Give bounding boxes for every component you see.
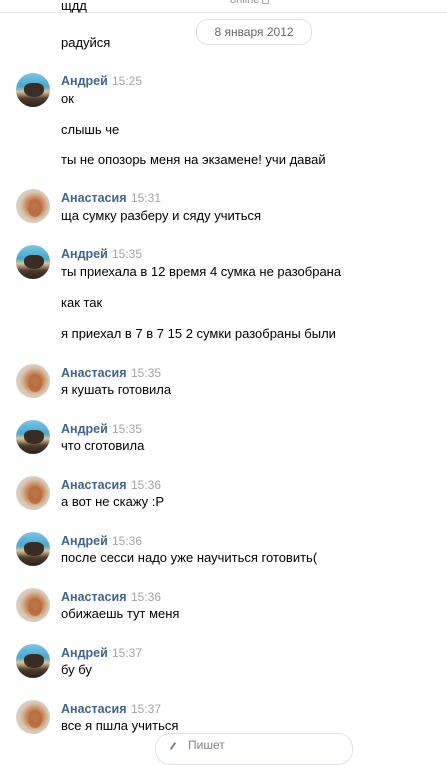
author-name[interactable]: Андрей — [61, 534, 108, 548]
author-name[interactable]: Анастасия — [61, 191, 127, 205]
author-name[interactable]: Анастасия — [61, 590, 127, 604]
message-text: после сесси надо уже научиться готовить( — [61, 550, 318, 565]
mobile-icon — [262, 0, 270, 4]
author-name[interactable]: Андрей — [61, 247, 108, 261]
message-time[interactable]: 15:36 — [131, 590, 161, 604]
message-time[interactable]: 15:35 — [131, 366, 161, 380]
message-text: радуйся — [61, 35, 111, 50]
avatar-andrey[interactable] — [16, 532, 50, 566]
partial-message: щдд — [61, 2, 87, 13]
message-text: слышь че — [61, 122, 120, 137]
message-text: ща сумку разберу и сяду учиться — [61, 208, 262, 223]
message-time[interactable]: 15:25 — [112, 74, 142, 88]
message-text: что сготовила — [61, 438, 145, 453]
message-text: все я пшла учиться — [61, 718, 179, 733]
message-text: как так — [61, 295, 103, 310]
date-separator: 8 января 2012 — [196, 19, 312, 45]
typing-indicator[interactable]: Пишет — [155, 733, 353, 765]
author-name[interactable]: Андрей — [61, 646, 108, 660]
avatar-andrey[interactable] — [16, 245, 50, 279]
author-name[interactable]: Анастасия — [61, 478, 127, 492]
avatar-andrey[interactable] — [16, 644, 50, 678]
message-time[interactable]: 15:36 — [112, 534, 142, 548]
message-text: ок — [61, 91, 74, 106]
avatar-anastasia[interactable] — [16, 588, 50, 622]
avatar-andrey[interactable] — [16, 420, 50, 454]
author-name[interactable]: Андрей — [61, 422, 108, 436]
avatar-anastasia[interactable] — [16, 364, 50, 398]
avatar-anastasia[interactable] — [16, 700, 50, 734]
message-text: я приехал в 7 в 7 15 2 сумки разобраны б… — [61, 326, 336, 341]
author-name[interactable]: Анастасия — [61, 366, 127, 380]
message-time[interactable]: 15:37 — [112, 646, 142, 660]
typing-label: Пишет — [188, 738, 225, 752]
avatar-anastasia[interactable] — [16, 189, 50, 223]
message-text: ты приехала в 12 время 4 сумка не разобр… — [61, 264, 342, 279]
message-time[interactable]: 15:31 — [131, 191, 161, 205]
message-text: я кушать готовила — [61, 382, 172, 397]
avatar-anastasia[interactable] — [16, 476, 50, 510]
message-text: а вот не скажу :Р — [61, 494, 165, 509]
message-time[interactable]: 15:35 — [112, 422, 142, 436]
message-time[interactable]: 15:37 — [131, 702, 161, 716]
message-text: обижаешь тут меня — [61, 606, 180, 621]
online-status: online — [230, 0, 270, 6]
avatar-andrey[interactable] — [16, 73, 50, 107]
message-time[interactable]: 15:35 — [112, 247, 142, 261]
message-text: бу бу — [61, 662, 92, 677]
message-text: ты не опозорь меня на экзамене! учи дава… — [61, 152, 326, 167]
author-name[interactable]: Андрей — [61, 74, 108, 88]
pen-icon — [169, 742, 177, 750]
message-time[interactable]: 15:36 — [131, 478, 161, 492]
author-name[interactable]: Анастасия — [61, 702, 127, 716]
online-status-text: online — [230, 0, 260, 6]
